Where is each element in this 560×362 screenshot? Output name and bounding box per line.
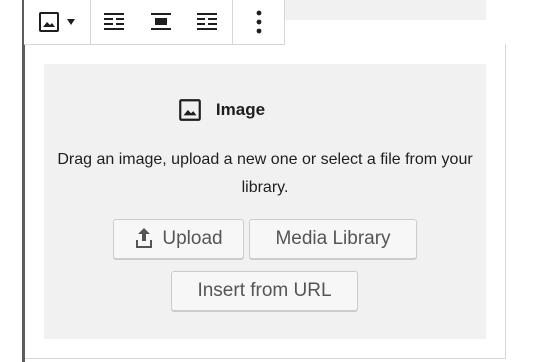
insert-from-url-button[interactable]: Insert from URL — [171, 271, 358, 311]
media-library-button-label: Media Library — [275, 228, 391, 249]
image-icon — [37, 10, 61, 34]
media-library-button[interactable]: Media Library — [249, 219, 417, 259]
align-right-button[interactable] — [193, 7, 223, 37]
upload-button-label: Upload — [162, 228, 223, 249]
more-options-button[interactable] — [244, 7, 274, 37]
image-icon — [177, 97, 203, 123]
align-right-icon — [197, 13, 219, 31]
alignment-group — [91, 0, 233, 44]
insert-from-url-button-label: Insert from URL — [197, 280, 332, 301]
align-left-button[interactable] — [100, 7, 130, 37]
upload-icon — [134, 228, 154, 250]
block-type-group — [24, 0, 91, 44]
align-center-icon — [151, 13, 173, 31]
align-center-button[interactable] — [147, 7, 177, 37]
block-toolbar — [24, 0, 285, 45]
align-left-icon — [104, 13, 126, 31]
placeholder-instructions: Drag an image, upload a new one or selec… — [57, 151, 473, 196]
vertical-ellipsis-icon — [256, 10, 262, 34]
more-options-group — [233, 0, 284, 44]
editor-stage: Image Drag an image, upload a new one or… — [0, 0, 560, 362]
change-block-type-button[interactable] — [32, 7, 80, 37]
placeholder-header: Image — [0, 95, 442, 125]
adjacent-block-strip — [285, 0, 486, 20]
placeholder-title: Image — [215, 100, 266, 119]
caret-down-icon — [67, 19, 75, 25]
selected-block-accent — [22, 0, 25, 362]
upload-button[interactable]: Upload — [113, 219, 244, 259]
